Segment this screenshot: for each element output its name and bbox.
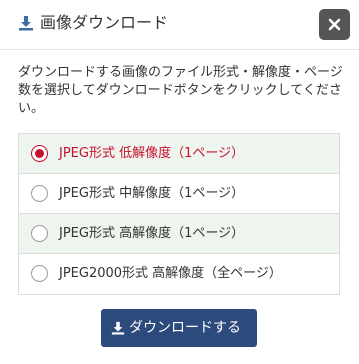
close-button[interactable] xyxy=(319,9,350,40)
option-label: JPEG形式 低解像度（1ページ） xyxy=(59,146,245,161)
option-label: JPEG2000形式 高解像度（全ページ） xyxy=(59,266,282,281)
radio-button[interactable] xyxy=(31,145,48,162)
download-icon xyxy=(18,15,34,31)
radio-button[interactable] xyxy=(31,185,48,202)
download-icon xyxy=(111,320,125,339)
option-jpeg2000-high[interactable]: JPEG2000形式 高解像度（全ページ） xyxy=(19,254,339,294)
option-jpeg-medium[interactable]: JPEG形式 中解像度（1ページ） xyxy=(19,174,339,214)
close-icon xyxy=(328,18,341,31)
option-jpeg-low[interactable]: JPEG形式 低解像度（1ページ） xyxy=(19,134,339,174)
download-button[interactable]: ダウンロードする xyxy=(101,309,257,347)
dialog-title: 画像ダウンロード xyxy=(40,13,169,32)
option-label: JPEG形式 高解像度（1ページ） xyxy=(59,226,245,241)
radio-button[interactable] xyxy=(31,265,48,282)
radio-button[interactable] xyxy=(31,225,48,242)
format-option-list: JPEG形式 低解像度（1ページ） JPEG形式 中解像度（1ページ） JPEG… xyxy=(18,133,340,295)
download-button-label: ダウンロードする xyxy=(129,320,241,336)
option-jpeg-high[interactable]: JPEG形式 高解像度（1ページ） xyxy=(19,214,339,254)
dialog-header: 画像ダウンロード xyxy=(0,0,359,50)
instruction-text: ダウンロードする画像のファイル形式・解像度・ページ数を選択してダウンロードボタン… xyxy=(18,65,343,116)
option-label: JPEG形式 中解像度（1ページ） xyxy=(59,186,245,201)
image-download-dialog: 画像ダウンロード ダウンロードする画像のファイル形式・解像度・ページ数を選択して… xyxy=(0,0,359,364)
